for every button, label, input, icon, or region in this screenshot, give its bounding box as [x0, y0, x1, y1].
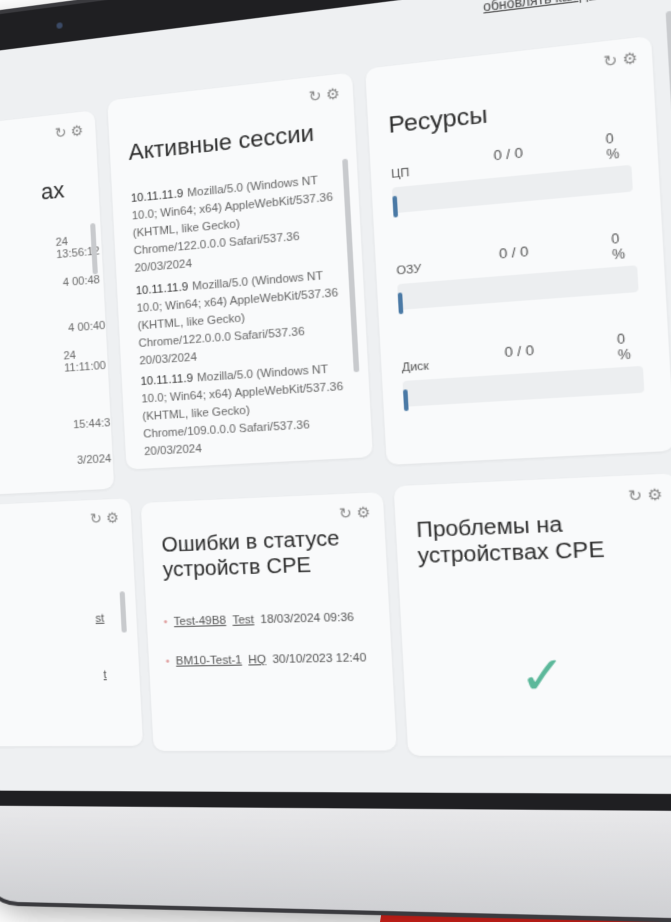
gear-icon[interactable]: ⚙	[106, 509, 120, 527]
gear-icon[interactable]: ⚙	[647, 485, 663, 505]
session-item: 10.11.11.9 Mozilla/5.0 (Windows NT 10.0; …	[131, 171, 338, 279]
list-item: 24 11:11:00	[63, 349, 107, 375]
error-datetime: 30/10/2023 12:40	[272, 651, 367, 667]
resource-value: 0 / 0	[504, 341, 535, 361]
progress-track	[402, 365, 645, 407]
card-title: Ошибки в статусе устройств CPE	[161, 527, 340, 582]
session-ip: 10.11.11.9	[140, 372, 194, 389]
resource-value: 0 / 0	[493, 144, 524, 164]
refresh-icon[interactable]: ↻	[90, 510, 103, 528]
resource-percent: 0 %	[610, 230, 626, 263]
camera-dot	[56, 22, 63, 29]
list-item: 4 00:48	[62, 273, 101, 290]
scrollbar[interactable]	[119, 591, 127, 633]
list-item-label: t	[103, 668, 107, 682]
card-title: Проблемы на устройствах CPE	[415, 512, 606, 569]
resource-label: ОЗУ	[396, 262, 422, 278]
refresh-icon[interactable]: ↻	[54, 124, 67, 143]
left-partial-card: ↻ ⚙ ах 24 13:56:12 4 00:48 4 00:40 24 11:…	[0, 110, 115, 497]
gear-icon[interactable]: ⚙	[70, 122, 84, 141]
dashboard-screen: обновлять каждые 1m ⚙ ↻⚙ ах 24 13:56:12 …	[0, 0, 671, 795]
list-item-label: st	[95, 612, 105, 625]
resource-label: Диск	[401, 359, 430, 375]
scrollbar[interactable]	[342, 158, 360, 373]
bullet-icon: •	[163, 615, 168, 629]
session-item: 10.11.11.9 Mozilla/5.0 (Windows NT 10.0; …	[140, 360, 348, 461]
bullet-icon: •	[165, 655, 171, 668]
monitor-chin	[0, 805, 671, 921]
active-sessions-card: ↻ ⚙ Активные сессии 10.11.11.9 Mozilla/5.0…	[107, 72, 373, 470]
session-item: 10.11.11.9 Mozilla/5.0 (Windows NT 10.0; …	[135, 266, 343, 371]
list-item[interactable]: st	[95, 612, 110, 625]
group-link[interactable]: HQ	[248, 654, 266, 667]
bottom-left-partial-card: ↻ ⚙ st t	[0, 498, 144, 747]
session-ip: 10.11.11.9	[130, 187, 184, 206]
resource-value: 0 / 0	[498, 242, 530, 262]
refresh-icon[interactable]: ↻	[603, 51, 618, 71]
refresh-icon[interactable]: ↻	[627, 486, 642, 506]
error-row[interactable]: • BM10-Test-1 HQ 30/10/2023 12:40	[165, 652, 366, 668]
resource-percent: 0 %	[616, 331, 632, 363]
monitor: обновлять каждые 1m ⚙ ↻⚙ ах 24 13:56:12 …	[0, 0, 671, 921]
device-link[interactable]: BM10-Test-1	[176, 654, 243, 668]
resources-card: ↻ ⚙ Ресурсы ЦП 0 / 0 0 % ОЗУ 0 / 0 0 % Ди…	[365, 35, 671, 465]
topbar: обновлять каждые 1m ⚙	[483, 0, 655, 16]
resource-label: ЦП	[390, 166, 410, 182]
resource-row-cpu: ЦП 0 / 0 0 %	[391, 131, 633, 218]
device-link[interactable]: Test-49B8	[174, 614, 227, 628]
refresh-icon[interactable]: ↻	[338, 504, 352, 523]
refresh-interval-link[interactable]: обновлять каждые 1m	[483, 0, 631, 15]
resource-row-ram: ОЗУ 0 / 0 0 %	[396, 231, 639, 315]
gear-icon[interactable]: ⚙	[325, 85, 340, 105]
error-row[interactable]: • Test-49B8 Test 18/03/2024 09:36	[163, 611, 354, 628]
gear-icon[interactable]: ⚙	[356, 503, 371, 522]
list-item: 3/2024	[76, 452, 112, 467]
gear-icon[interactable]: ⚙	[622, 49, 638, 70]
error-datetime: 18/03/2024 09:36	[260, 611, 355, 627]
card-title: ах	[40, 177, 65, 205]
cpe-errors-card: ↻ ⚙ Ошибки в статусе устройств CPE • Test-…	[140, 492, 397, 751]
cpe-problems-card: ↻ ⚙ Проблемы на устройствах CPE ✓	[393, 473, 671, 756]
check-icon: ✓	[517, 646, 569, 707]
list-item[interactable]: t	[103, 669, 113, 681]
progress-track	[397, 265, 639, 310]
list-item: 15:44:39	[72, 416, 115, 432]
resource-percent: 0 %	[605, 130, 620, 163]
list-item: 4 00:40	[67, 319, 106, 335]
resource-row-disk: Диск 0 / 0 0 %	[401, 331, 645, 412]
progress-track	[391, 164, 633, 214]
refresh-icon[interactable]: ↻	[308, 87, 322, 106]
card-title: Ресурсы	[387, 100, 489, 139]
session-ip: 10.11.11.9	[135, 280, 189, 298]
group-link[interactable]: Test	[232, 614, 254, 627]
card-title: Активные сессии	[127, 119, 315, 166]
